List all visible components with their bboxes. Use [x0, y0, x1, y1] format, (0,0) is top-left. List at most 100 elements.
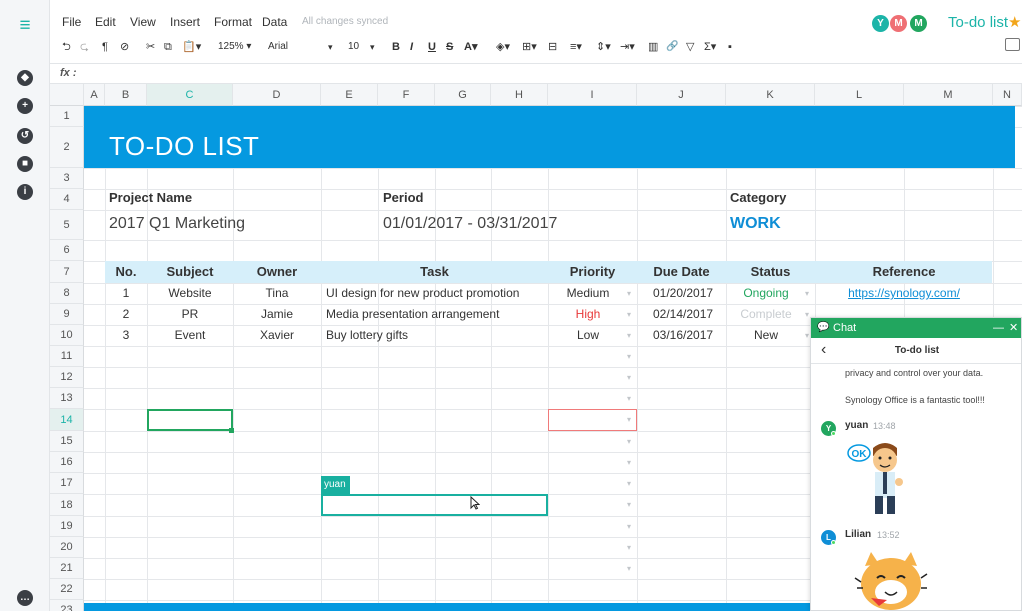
- row-header-10[interactable]: 10: [50, 325, 84, 346]
- task-reference-link[interactable]: https://synology.com/: [815, 283, 993, 304]
- row-header-13[interactable]: 13: [50, 388, 84, 409]
- row-header-19[interactable]: 19: [50, 516, 84, 537]
- column-header-h[interactable]: H: [491, 84, 548, 106]
- insert-comment-icon[interactable]: ▪: [728, 40, 732, 54]
- merge-cells-icon[interactable]: ⊟: [548, 40, 557, 54]
- hamburger-menu-icon[interactable]: ≡: [15, 16, 35, 36]
- copy-icon[interactable]: ⧉: [164, 40, 172, 54]
- function-sum-icon[interactable]: Σ▾: [704, 40, 716, 54]
- row-header-3[interactable]: 3: [50, 168, 84, 189]
- clear-format-icon[interactable]: ⊘: [120, 40, 129, 54]
- menu-edit[interactable]: Edit: [95, 12, 116, 32]
- menu-format[interactable]: Format: [214, 12, 252, 32]
- paint-format-icon[interactable]: ¶: [102, 40, 108, 54]
- task-priority-cell[interactable]: Medium: [548, 283, 628, 304]
- active-cell-selection[interactable]: [147, 409, 233, 431]
- font-family-select[interactable]: Arial: [268, 40, 288, 54]
- history-icon[interactable]: ↺: [17, 128, 33, 144]
- fill-handle[interactable]: [229, 428, 234, 433]
- row-header-14[interactable]: 14: [50, 409, 84, 431]
- status-dropdown-caret-icon[interactable]: ▾: [805, 331, 809, 340]
- row-header-15[interactable]: 15: [50, 431, 84, 452]
- star-icon[interactable]: ★: [1008, 13, 1021, 31]
- task-status-cell[interactable]: Ongoing: [726, 283, 806, 304]
- row-header-12[interactable]: 12: [50, 367, 84, 388]
- priority-dropdown-caret-icon[interactable]: ▾: [627, 394, 631, 403]
- row-header-1[interactable]: 1: [50, 106, 84, 127]
- horizontal-align-icon[interactable]: ≡▾: [570, 40, 582, 54]
- task-no-cell[interactable]: 1: [105, 283, 147, 304]
- row-header-18[interactable]: 18: [50, 494, 84, 516]
- task-owner-cell[interactable]: Tina: [233, 283, 321, 304]
- row-header-7[interactable]: 7: [50, 261, 84, 283]
- period-label[interactable]: Period: [383, 190, 423, 205]
- task-subject-cell[interactable]: Event: [147, 325, 233, 346]
- row-header-9[interactable]: 9: [50, 304, 84, 325]
- text-wrap-icon[interactable]: ⇥▾: [620, 40, 635, 54]
- filter-icon[interactable]: ▽: [686, 40, 694, 54]
- task-due-date-cell[interactable]: 02/14/2017: [653, 304, 726, 325]
- period-value[interactable]: 01/01/2017 - 03/31/2017: [383, 215, 557, 233]
- priority-dropdown-caret-icon[interactable]: ▾: [627, 543, 631, 552]
- column-header-l[interactable]: L: [815, 84, 904, 106]
- column-header-b[interactable]: B: [105, 84, 147, 106]
- row-header-8[interactable]: 8: [50, 283, 84, 304]
- status-dropdown-caret-icon[interactable]: ▾: [805, 310, 809, 319]
- select-all-corner[interactable]: [50, 84, 84, 106]
- row-header-23[interactable]: 23: [50, 600, 84, 611]
- share-user-icon[interactable]: +: [17, 98, 33, 114]
- collaborator-avatar[interactable]: M: [890, 15, 907, 32]
- collaborator-avatar[interactable]: M: [910, 15, 927, 32]
- row-header-4[interactable]: 4: [50, 189, 84, 210]
- sheet-title[interactable]: TO-DO LIST: [109, 131, 259, 162]
- font-size-caret-icon[interactable]: ▾: [370, 40, 375, 54]
- side-panel-toggle-icon[interactable]: [1005, 38, 1020, 51]
- task-priority-cell[interactable]: High: [548, 304, 628, 325]
- project-name-value[interactable]: 2017 Q1 Marketing: [109, 215, 245, 233]
- task-subject-cell[interactable]: Website: [147, 283, 233, 304]
- insert-link-icon[interactable]: 🔗: [666, 40, 678, 54]
- undo-icon[interactable]: ⮌: [62, 40, 71, 54]
- row-header-21[interactable]: 21: [50, 558, 84, 579]
- priority-dropdown-caret-icon[interactable]: ▾: [627, 352, 631, 361]
- vertical-align-icon[interactable]: ⇕▾: [596, 40, 611, 54]
- task-owner-cell[interactable]: Jamie: [233, 304, 321, 325]
- column-header-k[interactable]: K: [726, 84, 815, 106]
- column-header-c[interactable]: C: [147, 84, 233, 106]
- priority-dropdown-caret-icon[interactable]: ▾: [627, 564, 631, 573]
- priority-dropdown-caret-icon[interactable]: ▾: [627, 479, 631, 488]
- priority-dropdown-caret-icon[interactable]: ▾: [627, 289, 631, 298]
- text-color-icon[interactable]: A▾: [464, 40, 477, 54]
- row-header-6[interactable]: 6: [50, 240, 84, 261]
- priority-dropdown-caret-icon[interactable]: ▾: [627, 522, 631, 531]
- info-icon[interactable]: i: [17, 184, 33, 200]
- priority-dropdown-caret-icon[interactable]: ▾: [627, 310, 631, 319]
- column-header-m[interactable]: M: [904, 84, 993, 106]
- cut-icon[interactable]: ✂: [146, 40, 155, 54]
- task-owner-cell[interactable]: Xavier: [233, 325, 321, 346]
- column-header-d[interactable]: D: [233, 84, 321, 106]
- column-header-e[interactable]: E: [321, 84, 378, 106]
- task-no-cell[interactable]: 3: [105, 325, 147, 346]
- font-caret-icon[interactable]: ▾: [328, 40, 333, 54]
- column-header-i[interactable]: I: [548, 84, 637, 106]
- task-subject-cell[interactable]: PR: [147, 304, 233, 325]
- task-description-cell[interactable]: Buy lottery gifts: [326, 325, 546, 346]
- font-size-select[interactable]: 10: [348, 40, 359, 54]
- row-header-16[interactable]: 16: [50, 452, 84, 473]
- row-header-17[interactable]: 17: [50, 473, 84, 494]
- task-description-cell[interactable]: UI design for new product promotion: [326, 283, 546, 304]
- formula-bar[interactable]: fx :: [50, 64, 1022, 84]
- italic-icon[interactable]: I: [410, 40, 413, 54]
- underline-icon[interactable]: U: [428, 40, 436, 54]
- tag-icon[interactable]: ◆: [17, 70, 33, 86]
- menu-view[interactable]: View: [130, 12, 156, 32]
- paste-icon[interactable]: 📋▾: [182, 40, 201, 54]
- fill-color-icon[interactable]: ◈▾: [496, 40, 510, 54]
- column-header-n[interactable]: N: [993, 84, 1022, 106]
- task-no-cell[interactable]: 2: [105, 304, 147, 325]
- strikethrough-icon[interactable]: S: [446, 40, 453, 54]
- priority-dropdown-caret-icon[interactable]: ▾: [627, 373, 631, 382]
- column-header-a[interactable]: A: [84, 84, 105, 106]
- category-value[interactable]: WORK: [730, 215, 781, 233]
